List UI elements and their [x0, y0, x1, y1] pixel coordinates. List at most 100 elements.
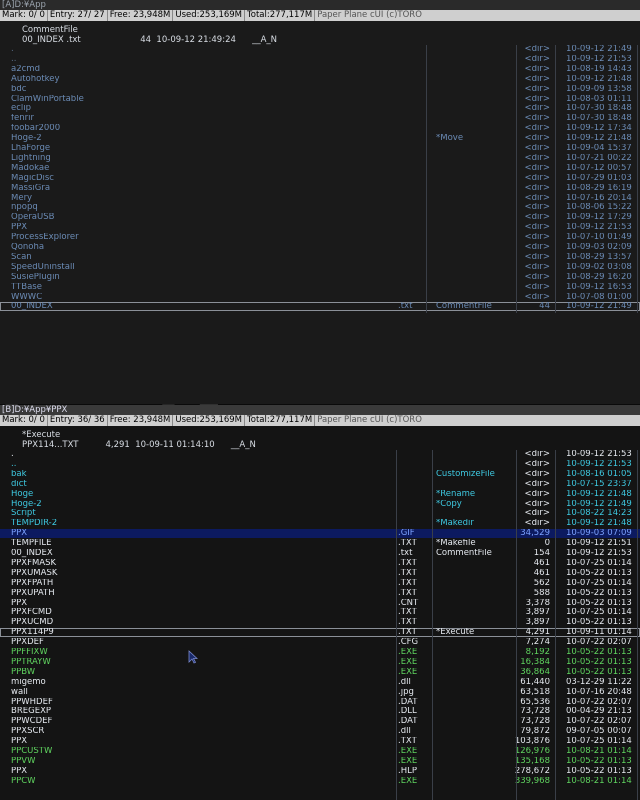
file-size: <dir> [524, 252, 551, 262]
file-size: 126,976 [514, 747, 550, 756]
file-row[interactable]: ClamWinPortable <dir> 10-08-03 01:11 [0, 95, 640, 104]
file-row[interactable]: PPX .HLP 278,672 10-05-22 01:13 [0, 767, 640, 776]
file-ext: .TXT [398, 558, 417, 568]
file-ext: .HLP [398, 766, 417, 776]
file-row[interactable]: SpeedUninstall <dir> 10-09-02 03:08 [0, 263, 640, 272]
file-row[interactable]: TTBase <dir> 10-09-12 16:53 [0, 283, 640, 292]
file-size: 103,876 [514, 737, 550, 747]
file-size: <dir> [524, 163, 551, 173]
file-row[interactable]: a2cmd <dir> 10-08-19 14:43 [0, 65, 640, 74]
pane-a[interactable]: [A]D:¥App Mark: 0/ 0 Entry: 27/ 27 Free:… [0, 0, 640, 404]
file-row[interactable]: foobar2000 <dir> 10-09-12 17:34 [0, 124, 640, 133]
file-row[interactable]: PPXDEF .CFG 7,274 10-07-22 02:07 [0, 638, 640, 647]
file-date: 10-07-22 02:07 [566, 638, 632, 648]
pane-b[interactable]: [B]D:¥App¥PPX Mark: 0/ 0 Entry: 36/ 36 F… [0, 405, 640, 800]
file-row[interactable]: . <dir> 10-09-12 21:53 [0, 450, 640, 459]
file-row[interactable]: WWWC <dir> 10-07-08 01:00 [0, 293, 640, 302]
file-row[interactable]: PPX <dir> 10-09-12 21:53 [0, 223, 640, 232]
file-size: <dir> [524, 144, 551, 153]
file-row[interactable]: Qonoha <dir> 10-09-03 02:09 [0, 243, 640, 252]
file-ext: .TXT [398, 618, 417, 628]
file-date: 10-07-30 18:48 [566, 104, 632, 114]
file-row[interactable]: 00_INDEX .txt CommentFile 154 10-09-12 21:53 [0, 549, 640, 558]
file-date: 10-09-12 21:48 [566, 74, 632, 84]
file-row[interactable]: Scan <dir> 10-08-29 13:57 [0, 253, 640, 262]
file-row[interactable]: OperaUSB <dir> 10-09-12 17:29 [0, 213, 640, 222]
file-ext: .EXE [398, 667, 418, 677]
file-row[interactable]: npopq <dir> 10-08-06 15:22 [0, 203, 640, 212]
file-date: 10-07-16 20:48 [566, 687, 632, 697]
file-row[interactable]: MagicDisc <dir> 10-07-29 01:03 [0, 174, 640, 183]
file-row[interactable]: PPXFMASK .TXT 461 10-07-25 01:14 [0, 559, 640, 568]
file-ext: .DAT [398, 697, 418, 707]
file-ext: .DAT [398, 717, 418, 727]
file-row[interactable]: PPTRAYW .EXE 16,384 10-05-22 01:13 [0, 658, 640, 667]
file-row[interactable]: ProcessExplorer <dir> 10-07-10 01:49 [0, 233, 640, 242]
file-row[interactable]: LhaForge <dir> 10-09-04 15:37 [0, 144, 640, 153]
file-row[interactable]: PPXSCR .dll 79,872 09-07-05 00:07 [0, 727, 640, 736]
file-row[interactable]: bdc <dir> 10-09-09 13:58 [0, 85, 640, 94]
file-comment: CommentFile [22, 25, 78, 35]
file-row[interactable]: PPCW .EXE 339,968 10-08-21 01:14 [0, 777, 640, 786]
file-row[interactable]: PPVW .EXE 135,168 10-05-22 01:13 [0, 757, 640, 766]
file-name: . [11, 450, 14, 459]
file-row[interactable]: .. <dir> 10-09-12 21:53 [0, 55, 640, 64]
file-size: 461 [533, 568, 550, 578]
file-size: <dir> [524, 134, 551, 144]
file-size: <dir> [524, 45, 551, 54]
file-row[interactable]: PPXFCMD .TXT 3,897 10-07-25 01:14 [0, 608, 640, 617]
file-row[interactable]: fenrir <dir> 10-07-30 18:48 [0, 114, 640, 123]
file-row[interactable]: eclip <dir> 10-07-30 18:48 [0, 104, 640, 113]
file-row[interactable]: Hoge *Rename <dir> 10-09-12 21:48 [0, 490, 640, 499]
file-row[interactable]: SusiePlugin <dir> 10-08-29 16:20 [0, 273, 640, 282]
file-row[interactable]: Script <dir> 10-08-22 14:23 [0, 509, 640, 518]
file-name: PPTRAYW [11, 657, 51, 667]
file-row[interactable]: PPX114P9 .TXT *Execute 4,291 10-09-11 01:14 [0, 628, 640, 638]
file-row[interactable]: PPXFPATH .TXT 562 10-07-25 01:14 [0, 579, 640, 588]
file-row[interactable]: wall .jpg 63,518 10-07-16 20:48 [0, 688, 640, 697]
file-row[interactable]: dict <dir> 10-07-15 23:37 [0, 480, 640, 489]
file-row[interactable]: PPFFIXW .EXE 8,192 10-05-22 01:13 [0, 648, 640, 657]
file-row[interactable]: PPXUMASK .TXT 461 10-05-22 01:13 [0, 569, 640, 578]
file-name: migemo [11, 677, 46, 687]
file-row[interactable]: Madokae <dir> 10-07-12 00:57 [0, 164, 640, 173]
file-date: 10-07-25 01:14 [566, 737, 632, 747]
pane-b-title: [B]D:¥App¥PPX [0, 405, 640, 415]
file-row[interactable]: MassiGra <dir> 10-08-29 16:19 [0, 184, 640, 193]
file-date: 10-09-12 21:53 [566, 450, 632, 459]
file-date: 10-05-22 01:13 [566, 667, 632, 677]
file-row[interactable]: .. <dir> 10-09-12 21:53 [0, 460, 640, 469]
file-row[interactable]: TEMPDIR-2 *Makedir <dir> 10-09-12 21:48 [0, 519, 640, 528]
file-size: <dir> [524, 489, 551, 499]
file-row[interactable]: PPX .CNT 3,378 10-05-22 01:13 [0, 599, 640, 608]
file-size: <dir> [524, 499, 551, 509]
file-row[interactable]: PPXUCMD .TXT 3,897 10-05-22 01:13 [0, 618, 640, 627]
file-row[interactable]: migemo .dll 61,440 03-12-29 11:22 [0, 678, 640, 687]
free-space: Free: 23,948M [108, 415, 174, 426]
file-row[interactable]: . <dir> 10-09-12 21:49 [0, 45, 640, 54]
file-size: 7,274 [525, 638, 550, 648]
file-row[interactable]: PPWHDEF .DAT 65,536 10-07-22 02:07 [0, 698, 640, 707]
file-row[interactable]: PPXUPATH .TXT 588 10-05-22 01:13 [0, 589, 640, 598]
file-row[interactable]: Mery <dir> 10-07-16 20:14 [0, 194, 640, 203]
file-row[interactable]: Lightning <dir> 10-07-21 00:22 [0, 154, 640, 163]
file-row[interactable]: Hoge-2 *Move <dir> 10-09-12 21:48 [0, 134, 640, 143]
file-name: . [11, 45, 14, 54]
file-size: 3,378 [525, 598, 550, 608]
file-name: PPX [11, 223, 28, 233]
file-ext: .EXE [398, 657, 418, 667]
file-row[interactable]: Hoge-2 *Copy <dir> 10-09-12 21:49 [0, 500, 640, 509]
file-name: SpeedUninstall [11, 262, 75, 272]
file-row[interactable]: 00_INDEX .txt CommentFile 44 10-09-12 21:49 [0, 302, 640, 312]
file-row[interactable]: bak CustomizeFile <dir> 10-08-16 01:05 [0, 470, 640, 479]
file-row[interactable]: PPX .GIF 34,529 10-09-03 07:09 [0, 529, 640, 539]
file-date: 10-09-12 16:53 [566, 282, 632, 292]
file-row[interactable]: BREGEXP .DLL 73,728 00-04-29 21:13 [0, 707, 640, 716]
file-row[interactable]: PPCUSTW .EXE 126,976 10-08-21 01:14 [0, 747, 640, 756]
file-row[interactable]: TEMPFILE .TXT *Makefile 0 10-09-12 21:51 [0, 539, 640, 548]
file-size: 4,291 [525, 628, 550, 638]
file-row[interactable]: PPX .TXT 103,876 10-07-25 01:14 [0, 737, 640, 746]
file-row[interactable]: PPBW .EXE 36,864 10-05-22 01:13 [0, 668, 640, 677]
file-row[interactable]: Autohotkey <dir> 10-09-12 21:48 [0, 75, 640, 84]
file-row[interactable]: PPWCDEF .DAT 73,728 10-07-22 02:07 [0, 717, 640, 726]
